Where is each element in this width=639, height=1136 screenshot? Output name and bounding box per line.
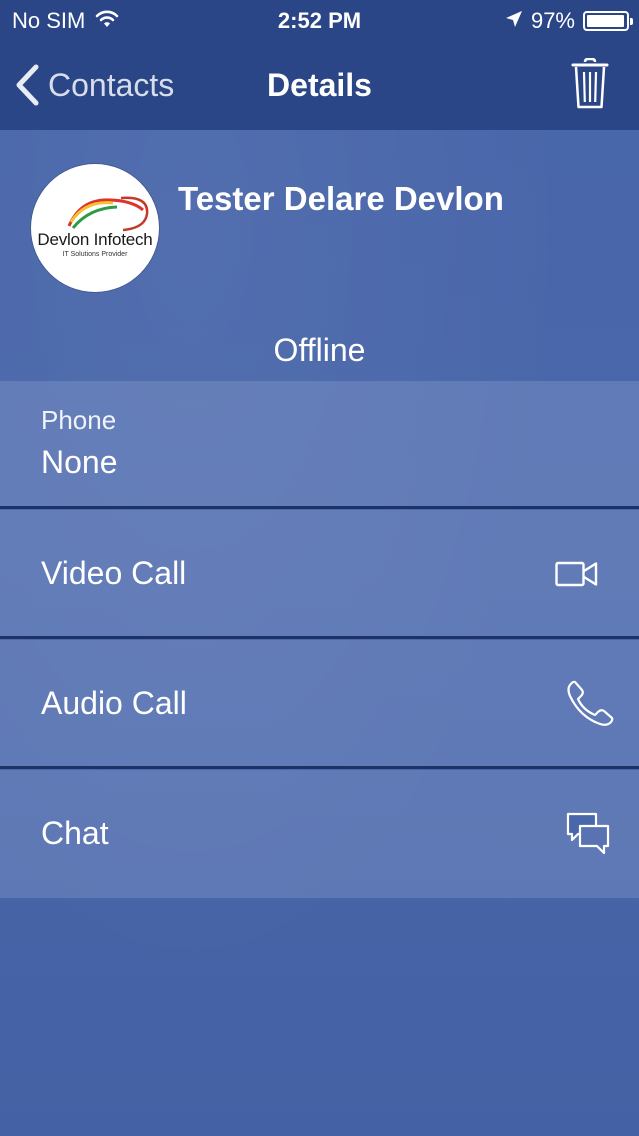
phone-label: Phone [41,405,117,435]
logo-text: Devlon Infotech [37,230,153,249]
divider [0,636,639,639]
divider [0,506,639,509]
presence-status: Offline [273,332,366,368]
chat-row[interactable]: Chat [0,770,639,898]
video-camera-icon [555,560,599,593]
contact-details-screen: No SIM 2:52 PM 97% Contacts Details Devl… [0,0,639,1136]
battery-tip [630,18,633,25]
page-title: Details [267,67,372,103]
chat-label: Chat [41,815,109,851]
logo-subtext: IT Solutions Provider [62,251,128,258]
navigation-bar: Contacts Details [0,42,639,130]
chat-bubbles-icon [566,812,610,861]
audio-call-row[interactable]: Audio Call [0,640,639,766]
phone-row: Phone None [0,381,639,506]
phone-value: None [41,444,118,480]
video-call-row[interactable]: Video Call [0,510,639,636]
status-bar: No SIM 2:52 PM 97% [0,0,639,42]
audio-call-label: Audio Call [41,685,187,721]
trash-icon[interactable] [571,57,609,115]
divider [0,766,639,769]
avatar: Devlon Infotech IT Solutions Provider [31,164,159,292]
video-call-label: Video Call [41,555,187,591]
battery-icon [583,11,633,31]
status-right: 97% [505,8,633,34]
battery-percent: 97% [530,8,575,33]
location-arrow-icon [505,8,523,34]
contact-name: Tester Delare Devlon [178,180,504,217]
phone-icon [566,680,614,731]
logo-swoosh-icon [67,196,149,232]
battery-fill [587,15,624,27]
